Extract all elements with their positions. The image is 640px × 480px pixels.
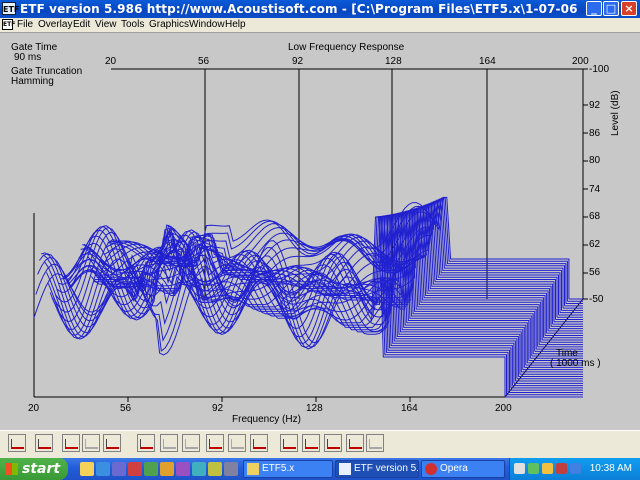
overlay-view-button[interactable] xyxy=(35,434,53,452)
title-bar[interactable]: ETF ETF version 5.986 http://www.Acousti… xyxy=(0,0,640,18)
waterfall-view-button[interactable] xyxy=(8,434,26,452)
top-tick-label: 200 xyxy=(572,56,589,67)
editor-quicklaunch-icon[interactable] xyxy=(208,462,222,476)
bottom-tick-label: 128 xyxy=(306,403,323,414)
menu-file[interactable]: File xyxy=(17,19,33,31)
menu-graphics[interactable]: Graphics xyxy=(149,19,189,31)
opera-icon xyxy=(425,463,437,475)
task-label: Opera xyxy=(440,463,468,474)
print-button[interactable] xyxy=(302,434,320,452)
bottom-tick-label: 20 xyxy=(28,403,40,414)
folder-icon xyxy=(247,463,259,475)
close-button[interactable]: × xyxy=(621,1,637,16)
menu-overlay[interactable]: Overlay xyxy=(38,19,72,31)
level-tick-label: 74 xyxy=(589,184,601,195)
app-icon[interactable]: ETF xyxy=(2,2,19,15)
y-axis-label: Level (dB) xyxy=(610,90,621,136)
media-icon[interactable] xyxy=(112,462,126,476)
misc-quicklaunch-icon[interactable] xyxy=(224,462,238,476)
minimize-button[interactable]: _ xyxy=(586,1,602,16)
clock: 10:38 AM xyxy=(589,463,632,474)
gate-truncation-value: Hamming xyxy=(11,76,54,87)
bottom-tick-label: 164 xyxy=(401,403,418,414)
taskbar: start ETF5.x ETF version 5.... Opera 10:… xyxy=(0,458,640,480)
menu-bar: ETF File Overlay Edit View Tools Graphic… xyxy=(0,18,640,33)
folder-quicklaunch-icon[interactable] xyxy=(160,462,174,476)
waterfall-plot[interactable]: Gate Time 90 ms Gate Truncation Hamming … xyxy=(0,33,640,430)
plot-title: Low Frequency Response xyxy=(288,42,405,53)
record-button[interactable] xyxy=(346,434,364,452)
tray-icon[interactable] xyxy=(528,463,539,474)
level-tick-label: 56 xyxy=(589,267,601,278)
system-tray: 10:38 AM xyxy=(509,458,640,480)
top-tick-label: 56 xyxy=(198,56,210,67)
bottom-toolbar xyxy=(0,430,640,459)
menu-tools[interactable]: Tools xyxy=(121,19,144,31)
network-quicklaunch-icon[interactable] xyxy=(192,462,206,476)
volume-icon[interactable] xyxy=(570,463,581,474)
task-etf5x-folder[interactable]: ETF5.x xyxy=(243,460,333,478)
level-tick-label: 80 xyxy=(589,155,601,166)
document-icon[interactable]: ETF xyxy=(2,19,15,30)
level-tick-label: 62 xyxy=(589,239,601,250)
etc-button[interactable] xyxy=(160,434,178,452)
etf-icon xyxy=(339,463,351,475)
play-icon[interactable] xyxy=(366,434,384,452)
menu-view[interactable]: View xyxy=(95,19,117,31)
start-label: start xyxy=(22,461,61,477)
browser-icon[interactable] xyxy=(96,462,110,476)
rt60-button[interactable] xyxy=(137,434,155,452)
decay-button[interactable] xyxy=(228,434,246,452)
waterfall-chart xyxy=(33,68,588,402)
time-axis-value: ( 1000 ms ) xyxy=(550,358,601,369)
settings-button[interactable] xyxy=(324,434,342,452)
task-etf-window[interactable]: ETF version 5.... xyxy=(335,460,419,478)
bottom-tick-label: 92 xyxy=(212,403,224,414)
level-tick-label: 68 xyxy=(589,211,601,222)
task-opera[interactable]: Opera xyxy=(421,460,505,478)
show-desktop-icon[interactable] xyxy=(80,462,94,476)
top-tick-label: 164 xyxy=(479,56,496,67)
tray-icon[interactable] xyxy=(556,463,567,474)
app-quicklaunch-icon[interactable] xyxy=(144,462,158,476)
window-title: ETF version 5.986 http://www.Acoustisoft… xyxy=(20,2,580,16)
gate-time-value: 90 ms xyxy=(14,52,42,63)
tray-icon[interactable] xyxy=(514,463,525,474)
step-button[interactable] xyxy=(82,434,100,452)
level-tick-label: 92 xyxy=(589,100,601,111)
frequency-response-button[interactable] xyxy=(103,434,121,452)
phase-button[interactable] xyxy=(182,434,200,452)
level-tick-label: 86 xyxy=(589,128,601,139)
spectrum-button[interactable] xyxy=(206,434,224,452)
top-tick-label: 92 xyxy=(292,56,304,67)
level-tick-label: -100 xyxy=(589,64,610,75)
copy-button[interactable] xyxy=(280,434,298,452)
bottom-tick-label: 200 xyxy=(495,403,512,414)
top-tick-label: 20 xyxy=(105,56,117,67)
task-label: ETF5.x xyxy=(262,463,295,474)
menu-help[interactable]: Help xyxy=(225,19,246,31)
menu-window[interactable]: Window xyxy=(189,19,225,31)
x-axis-label: Frequency (Hz) xyxy=(232,414,301,425)
bottom-tick-label: 56 xyxy=(120,403,132,414)
top-tick-label: 128 xyxy=(385,56,402,67)
tray-icon[interactable] xyxy=(542,463,553,474)
opera-quicklaunch-icon[interactable] xyxy=(128,462,142,476)
maximize-button[interactable]: □ xyxy=(603,1,619,16)
task-label: ETF version 5.... xyxy=(354,463,419,474)
start-button[interactable]: start xyxy=(0,458,68,480)
tool-quicklaunch-icon[interactable] xyxy=(176,462,190,476)
level-tick-label: -50 xyxy=(589,294,604,305)
windows-logo-icon xyxy=(6,463,18,475)
impulse-button[interactable] xyxy=(62,434,80,452)
filter-button[interactable] xyxy=(250,434,268,452)
menu-edit[interactable]: Edit xyxy=(73,19,90,31)
